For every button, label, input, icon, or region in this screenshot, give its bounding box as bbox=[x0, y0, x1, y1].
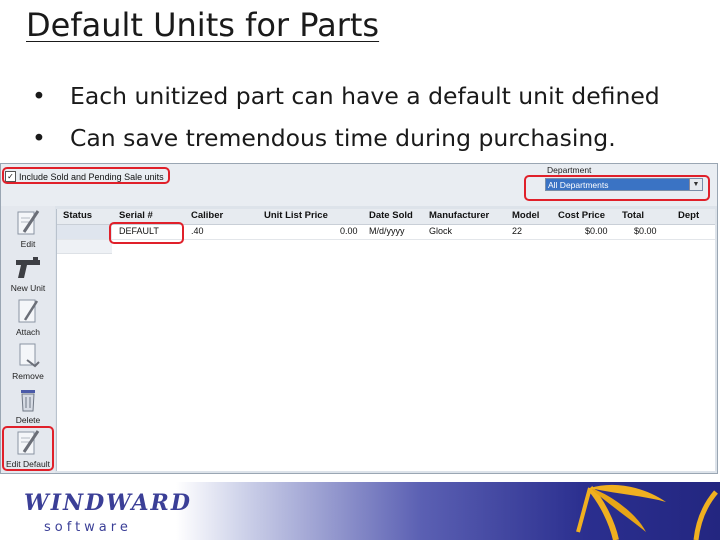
column-header-status[interactable]: Status bbox=[63, 210, 92, 221]
edit-label: Edit bbox=[20, 239, 36, 249]
bullet-text: Each unitized part can have a default un… bbox=[70, 82, 660, 110]
highlight-department-select bbox=[524, 175, 710, 201]
slide-title: Default Units for Parts bbox=[26, 6, 380, 44]
new-unit-label: New Unit bbox=[10, 283, 46, 293]
bullet-dot-icon: • bbox=[32, 82, 46, 110]
windward-logo: WINDWARD bbox=[24, 490, 192, 516]
remove-label: Remove bbox=[12, 371, 44, 381]
edit-pencil-icon bbox=[17, 210, 40, 235]
total-cell[interactable]: $0.00 bbox=[634, 226, 657, 236]
row-selector-stub bbox=[57, 240, 112, 254]
new-unit-button[interactable]: New Unit bbox=[1, 252, 55, 293]
attach-icon bbox=[18, 299, 39, 323]
bullet-item: • Can save tremendous time during purchas… bbox=[32, 124, 616, 152]
delete-button[interactable]: Delete bbox=[1, 384, 55, 425]
status-cell[interactable] bbox=[57, 225, 112, 239]
gun-icon bbox=[16, 257, 40, 278]
windward-logo-subtitle: software bbox=[44, 520, 132, 535]
bullet-text: Can save tremendous time during purchasi… bbox=[70, 124, 616, 152]
cost-price-cell[interactable]: $0.00 bbox=[585, 226, 608, 236]
unit-list-price-cell[interactable]: 0.00 bbox=[340, 226, 358, 236]
palm-tree-icon bbox=[576, 484, 718, 540]
highlight-default-serial bbox=[109, 222, 184, 244]
units-grid: Status Serial # Caliber Unit List Price … bbox=[56, 209, 715, 471]
column-header-dept[interactable]: Dept bbox=[678, 210, 699, 221]
manufacturer-cell[interactable]: Glock bbox=[429, 226, 452, 236]
highlight-edit-default-button bbox=[2, 426, 54, 471]
department-label: Department bbox=[547, 165, 592, 175]
units-window: ✓ Include Sold and Pending Sale units De… bbox=[0, 163, 718, 474]
column-header-manufacturer[interactable]: Manufacturer bbox=[429, 210, 489, 221]
attach-label: Attach bbox=[15, 327, 41, 337]
remove-button[interactable]: Remove bbox=[1, 340, 55, 381]
trash-icon bbox=[21, 390, 35, 412]
column-header-unit-list-price[interactable]: Unit List Price bbox=[264, 210, 328, 221]
highlight-include-checkbox bbox=[2, 167, 170, 184]
date-sold-cell[interactable]: M/d/yyyy bbox=[369, 226, 405, 236]
column-header-total[interactable]: Total bbox=[622, 210, 644, 221]
attach-button[interactable]: Attach bbox=[1, 296, 55, 337]
bullet-dot-icon: • bbox=[32, 124, 46, 152]
column-header-model[interactable]: Model bbox=[512, 210, 539, 221]
delete-label: Delete bbox=[15, 415, 41, 425]
edit-button[interactable]: Edit bbox=[1, 208, 55, 249]
footer-brand-bar: WINDWARD software bbox=[0, 482, 720, 540]
model-cell[interactable]: 22 bbox=[512, 226, 522, 236]
column-header-date-sold[interactable]: Date Sold bbox=[369, 210, 413, 221]
caliber-cell[interactable]: .40 bbox=[191, 226, 204, 236]
column-header-serial[interactable]: Serial # bbox=[119, 210, 153, 221]
bullet-item: • Each unitized part can have a default u… bbox=[32, 82, 660, 110]
column-header-cost-price[interactable]: Cost Price bbox=[558, 210, 605, 221]
remove-icon bbox=[19, 343, 40, 368]
column-header-caliber[interactable]: Caliber bbox=[191, 210, 223, 221]
